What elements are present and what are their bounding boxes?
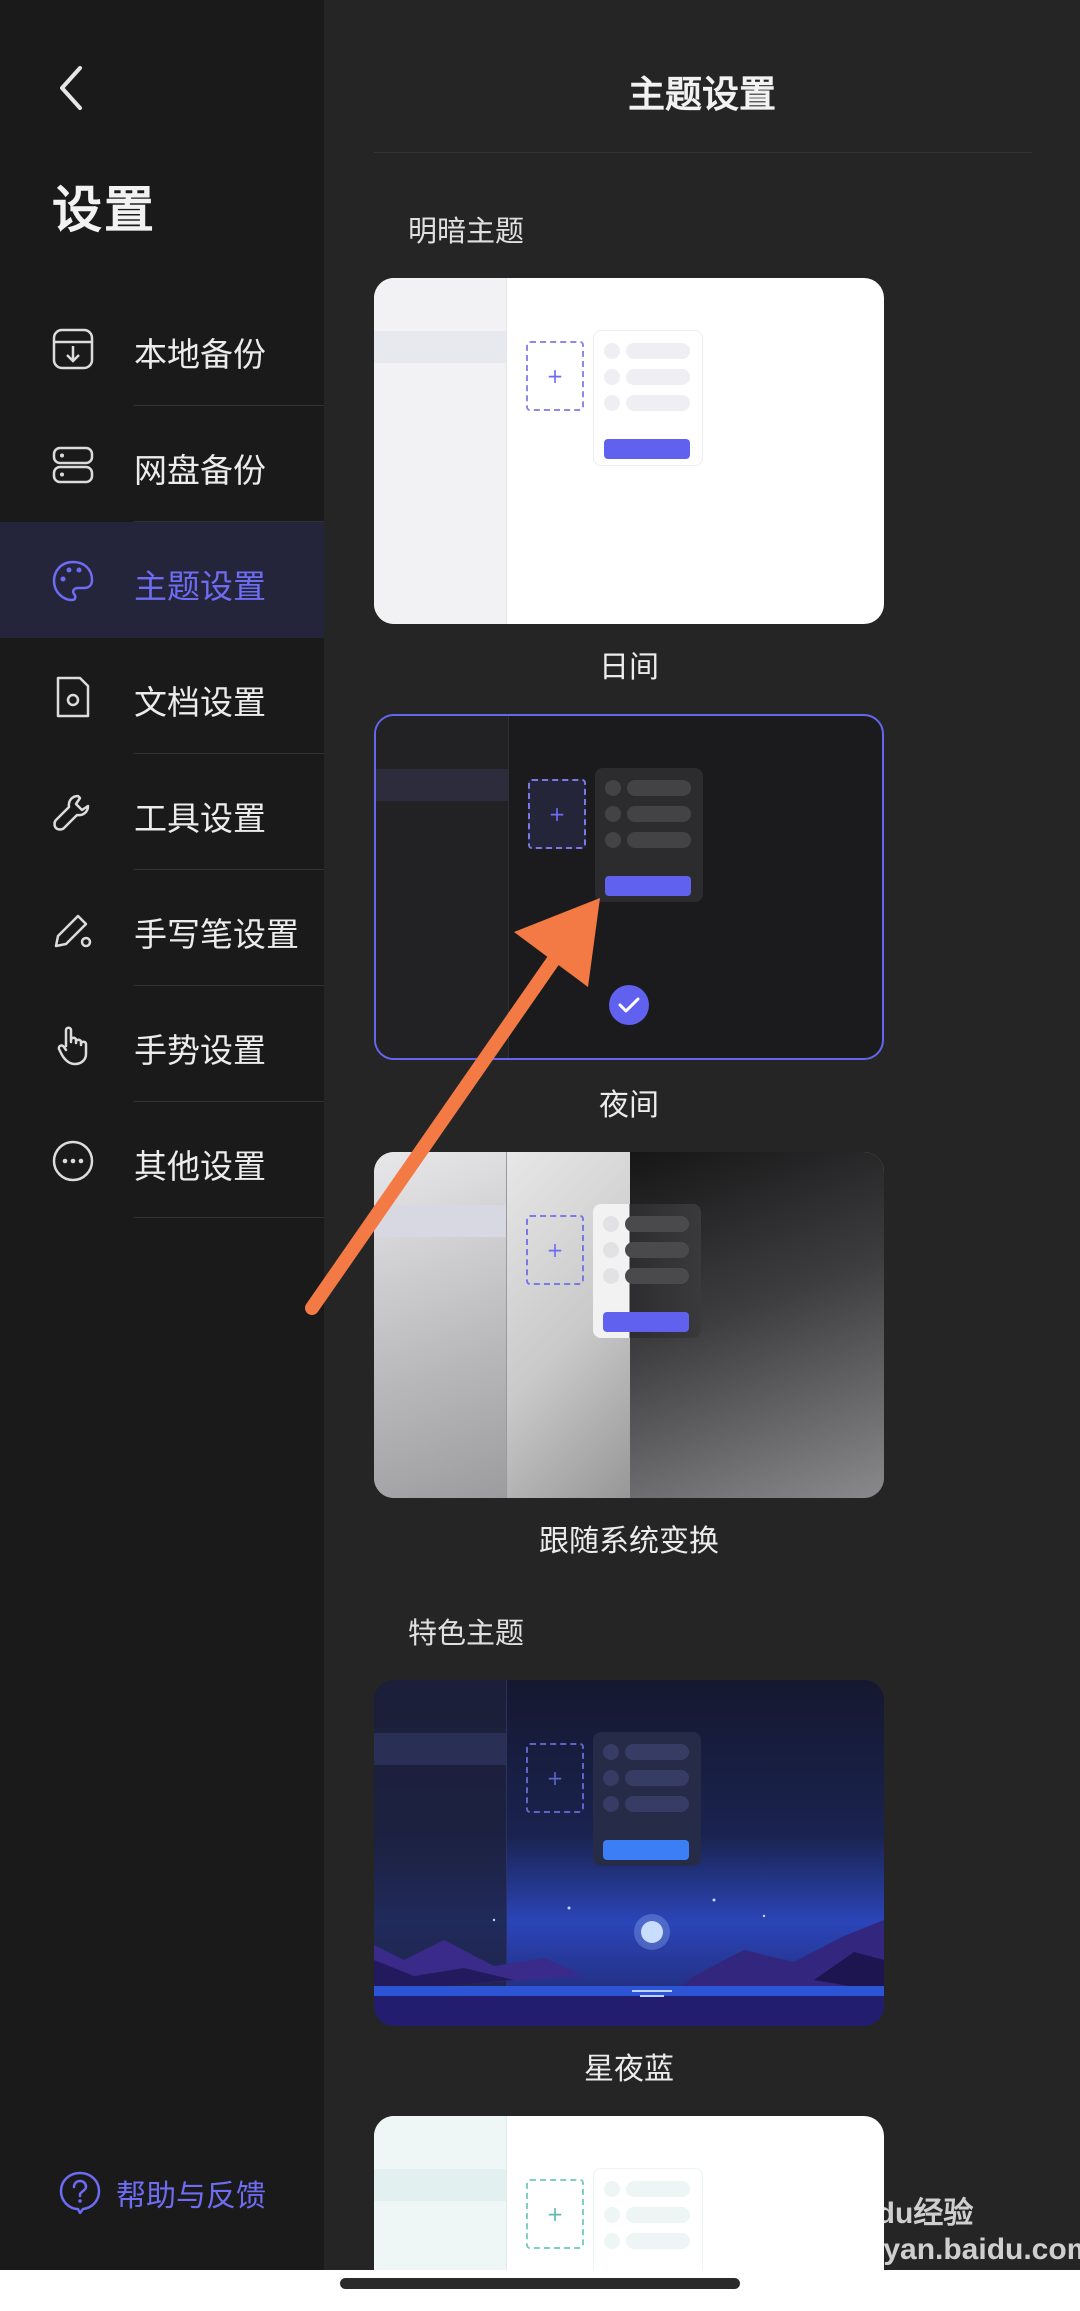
annotation-arrow	[305, 898, 600, 1315]
bottom-bar	[0, 2270, 1080, 2311]
home-indicator[interactable]	[340, 2278, 740, 2289]
watermark: Baidu经验 jingyan.baidu.com	[830, 2197, 1080, 2266]
